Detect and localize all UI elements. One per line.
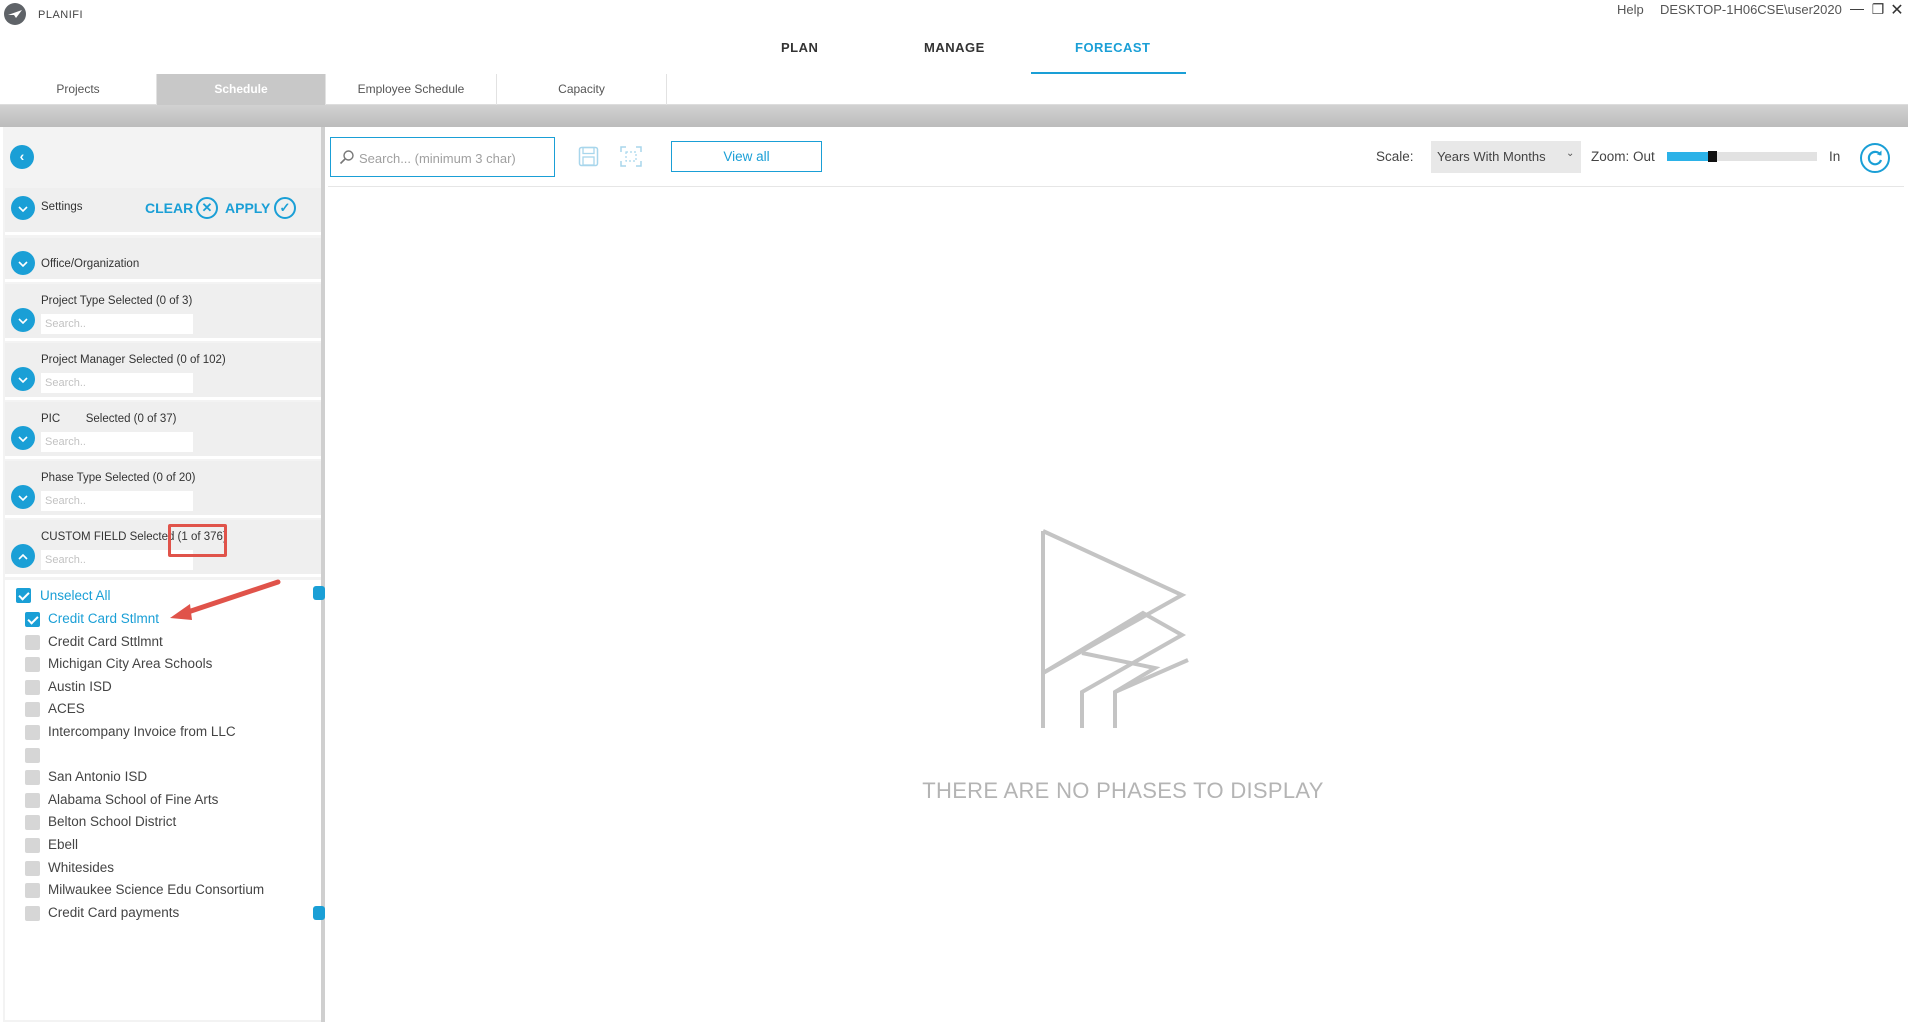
phase-type-expand-button[interactable] <box>11 485 35 509</box>
refresh-icon <box>1867 150 1883 166</box>
option-label[interactable]: Credit Card Sttlmnt <box>48 634 163 649</box>
option-checkbox[interactable] <box>25 815 40 830</box>
office-expand-button[interactable] <box>11 251 35 275</box>
toolbar-separator <box>328 186 1904 187</box>
tab-employee-schedule[interactable]: Employee Schedule <box>326 74 497 105</box>
project-manager-expand-button[interactable] <box>11 367 35 391</box>
project-type-search-input[interactable] <box>41 314 193 334</box>
option-label[interactable]: Ebell <box>48 837 78 852</box>
option-label[interactable]: Intercompany Invoice from LLC <box>48 724 236 739</box>
option-label[interactable]: Whitesides <box>48 860 114 875</box>
option-label[interactable]: Austin ISD <box>48 679 112 694</box>
phase-type-search-input[interactable] <box>41 491 193 511</box>
help-link[interactable]: Help <box>1617 2 1644 17</box>
option-checkbox[interactable] <box>25 680 40 695</box>
pic-expand-button[interactable] <box>11 426 35 450</box>
option-label[interactable]: Milwaukee Science Edu Consortium <box>48 882 264 897</box>
option-checkbox[interactable] <box>25 657 40 672</box>
nav-manage[interactable]: MANAGE <box>924 40 985 55</box>
scale-select[interactable]: Years With Months <box>1431 141 1581 173</box>
user-label: DESKTOP-1H06CSE\user2020 <box>1660 2 1842 17</box>
settings-label: Settings <box>41 201 83 213</box>
option-checkbox[interactable] <box>25 883 40 898</box>
empty-state-message: THERE ARE NO PHASES TO DISPLAY <box>922 778 1324 803</box>
option-checkbox[interactable] <box>25 906 40 921</box>
project-manager-label: Project Manager Selected (0 of 102) <box>41 354 226 366</box>
view-all-button[interactable]: View all <box>671 141 822 172</box>
unselect-all-label[interactable]: Unselect All <box>40 588 111 603</box>
phase-search-box[interactable] <box>330 137 555 177</box>
project-type-expand-button[interactable] <box>11 308 35 332</box>
option-label[interactable]: San Antonio ISD <box>48 769 147 784</box>
clear-button[interactable]: CLEAR <box>145 200 193 216</box>
option-label[interactable]: Credit Card Stlmnt <box>48 611 159 626</box>
zoom-slider[interactable] <box>1667 151 1817 162</box>
zoom-slider-thumb[interactable] <box>1708 151 1717 162</box>
fullscreen-icon[interactable] <box>620 146 642 167</box>
option-label[interactable]: Belton School District <box>48 814 176 829</box>
pic-label: PIC Selected (0 of 37) <box>41 413 177 425</box>
pic-search-input[interactable] <box>41 432 193 452</box>
option-checkbox[interactable] <box>25 612 40 627</box>
project-manager-search-input[interactable] <box>41 373 193 393</box>
settings-expand-button[interactable] <box>11 196 35 220</box>
option-checkbox[interactable] <box>25 770 40 785</box>
zoom-in-label: In <box>1829 149 1841 164</box>
scale-label: Scale: <box>1376 149 1414 164</box>
save-icon[interactable] <box>578 146 599 167</box>
option-checkbox[interactable] <box>25 635 40 650</box>
office-filter-label: Office/Organization <box>41 258 140 270</box>
clear-icon[interactable]: ✕ <box>196 197 218 219</box>
option-checkbox[interactable] <box>25 702 40 717</box>
option-label[interactable]: Alabama School of Fine Arts <box>48 792 218 807</box>
restore-icon[interactable]: ❐ <box>1869 1 1887 18</box>
option-label[interactable]: ACES <box>48 701 85 716</box>
tab-projects[interactable]: Projects <box>0 74 157 105</box>
option-checkbox[interactable] <box>25 725 40 740</box>
empty-state-logo-icon <box>1041 529 1189 728</box>
option-checkbox[interactable] <box>25 748 40 763</box>
apply-button[interactable]: APPLY <box>225 200 270 216</box>
nav-plan[interactable]: PLAN <box>781 40 818 55</box>
app-name: PLANIFI <box>38 9 84 21</box>
phase-type-label: Phase Type Selected (0 of 20) <box>41 472 196 484</box>
zoom-slider-fill <box>1667 152 1708 161</box>
annotation-highlight-box <box>168 524 227 557</box>
apply-check-icon[interactable]: ✓ <box>274 197 296 219</box>
option-checkbox[interactable] <box>25 793 40 808</box>
option-label[interactable]: Credit Card payments <box>48 905 179 920</box>
zoom-out-label: Zoom: Out <box>1591 149 1655 164</box>
tab-schedule[interactable]: Schedule <box>157 74 326 105</box>
title-bar: PLANIFI Help DESKTOP-1H06CSE\user2020 — … <box>0 0 1908 28</box>
minimize-icon[interactable]: — <box>1848 0 1866 16</box>
annotation-arrow-icon <box>170 579 281 620</box>
unselect-all-checkbox[interactable] <box>16 588 31 603</box>
planifi-logo-icon <box>4 3 26 25</box>
option-label[interactable]: Michigan City Area Schools <box>48 656 212 671</box>
scroll-up-icon[interactable] <box>313 586 325 600</box>
scroll-down-icon[interactable] <box>313 906 325 920</box>
refresh-button[interactable] <box>1860 143 1890 173</box>
option-checkbox[interactable] <box>25 861 40 876</box>
custom-field-collapse-button[interactable] <box>11 544 35 568</box>
toolbar-divider <box>0 105 1908 127</box>
nav-forecast[interactable]: FORECAST <box>1075 40 1151 55</box>
subtab-bar: Projects Schedule Employee Schedule Capa… <box>0 74 1908 105</box>
tab-capacity[interactable]: Capacity <box>497 74 667 105</box>
chevron-down-icon: ⌄ <box>1566 148 1575 159</box>
search-icon <box>339 150 354 165</box>
close-icon[interactable]: ✕ <box>1888 0 1906 20</box>
project-type-label: Project Type Selected (0 of 3) <box>41 295 193 307</box>
option-checkbox[interactable] <box>25 838 40 853</box>
phase-search-input[interactable] <box>359 148 549 168</box>
collapse-panel-button[interactable]: ‹ <box>10 145 34 169</box>
